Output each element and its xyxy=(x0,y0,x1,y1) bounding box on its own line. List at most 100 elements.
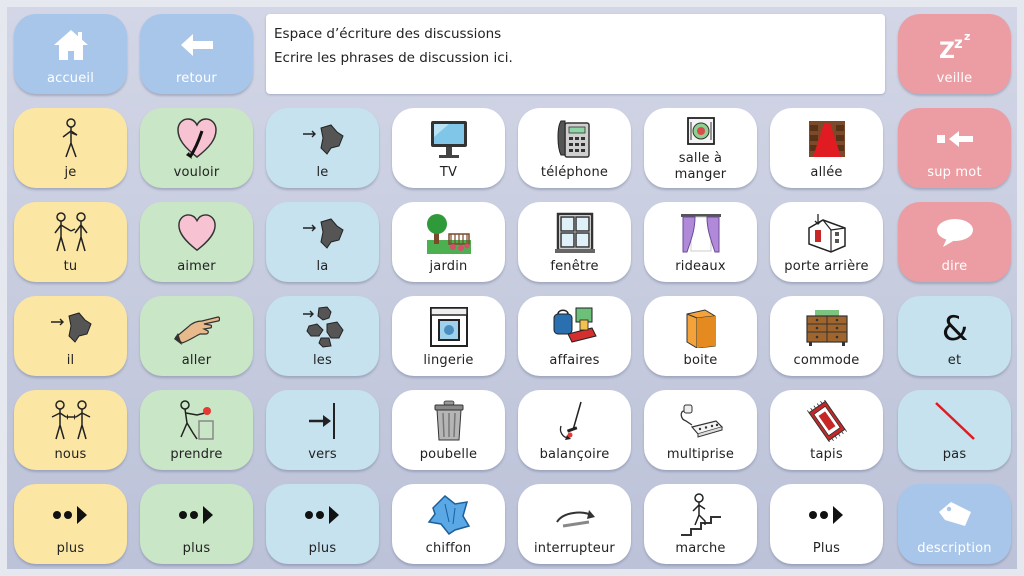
word-multiprise[interactable]: multiprise xyxy=(644,390,757,470)
word-lingerie[interactable]: lingerie xyxy=(392,296,505,376)
delete-word-arrow-icon xyxy=(898,116,1011,162)
word-vers[interactable]: vers xyxy=(266,390,379,470)
word-label: balançoire xyxy=(539,447,610,462)
more-button[interactable]: plus xyxy=(14,484,127,564)
heart-arrow-icon xyxy=(140,116,253,162)
garden-icon xyxy=(392,210,505,256)
word-label: commode xyxy=(793,353,860,368)
more-dots-arrow-icon xyxy=(266,492,379,538)
word-label: plus xyxy=(182,541,211,556)
heart-icon xyxy=(140,210,253,256)
word-label: tapis xyxy=(810,447,843,462)
stairs-step-icon xyxy=(644,492,757,538)
word-label: allée xyxy=(810,165,843,180)
word-label: il xyxy=(66,353,75,368)
word-la[interactable]: la xyxy=(266,202,379,282)
description-label: description xyxy=(917,541,992,556)
swing-icon xyxy=(518,398,631,444)
person-pointing-other-icon xyxy=(14,210,127,256)
word-label: fenêtre xyxy=(550,259,599,274)
word-label: je xyxy=(64,165,77,180)
person-pointing-self-icon xyxy=(14,116,127,162)
word-telephone[interactable]: téléphone xyxy=(518,108,631,188)
word-je[interactable]: je xyxy=(14,108,127,188)
back-button[interactable]: retour xyxy=(140,14,253,94)
window-icon xyxy=(518,210,631,256)
word-label: lingerie xyxy=(423,353,474,368)
word-porte-arriere[interactable]: porte arrière xyxy=(770,202,883,282)
word-salle-a-manger[interactable]: salle à manger xyxy=(644,108,757,188)
word-label: multiprise xyxy=(666,447,735,462)
article-rocks-plural-icon xyxy=(266,304,379,350)
sleep-label: veille xyxy=(936,71,973,86)
group-people-icon xyxy=(14,398,127,444)
speak-label: dire xyxy=(941,259,968,274)
curtains-icon xyxy=(644,210,757,256)
arrow-toward-line-icon xyxy=(266,398,379,444)
word-fenetre[interactable]: fenêtre xyxy=(518,202,631,282)
description-button[interactable]: description xyxy=(898,484,1011,564)
more-button[interactable]: plus xyxy=(266,484,379,564)
delete-word-button[interactable]: sup mot xyxy=(898,108,1011,188)
word-le[interactable]: le xyxy=(266,108,379,188)
rug-icon xyxy=(770,398,883,444)
word-label: téléphone xyxy=(540,165,609,180)
word-tu[interactable]: tu xyxy=(14,202,127,282)
editor-heading: Espace d’écriture des discussions xyxy=(274,26,502,42)
word-balancoire[interactable]: balançoire xyxy=(518,390,631,470)
cloth-icon xyxy=(392,492,505,538)
chest-of-drawers-icon xyxy=(770,304,883,350)
word-rideaux[interactable]: rideaux xyxy=(644,202,757,282)
home-icon xyxy=(14,22,127,68)
home-label: accueil xyxy=(46,71,95,86)
word-label: plus xyxy=(56,541,85,556)
word-nous[interactable]: nous xyxy=(14,390,127,470)
tv-icon xyxy=(392,116,505,162)
speak-button[interactable]: dire xyxy=(898,202,1011,282)
switch-toggle-icon xyxy=(518,492,631,538)
sleep-button[interactable]: Zzz veille xyxy=(898,14,1011,94)
sleep-zzz-icon: Zzz xyxy=(898,22,1011,68)
word-interrupteur[interactable]: interrupteur xyxy=(518,484,631,564)
word-aller[interactable]: aller xyxy=(140,296,253,376)
editor-text: Ecrire les phrases de discussion ici. xyxy=(274,50,513,66)
word-prendre[interactable]: prendre xyxy=(140,390,253,470)
svg-text:&: & xyxy=(941,309,968,346)
word-label: poubelle xyxy=(419,447,478,462)
word-vouloir[interactable]: vouloir xyxy=(140,108,253,188)
word-et[interactable]: & et xyxy=(898,296,1011,376)
word-label: aller xyxy=(181,353,212,368)
pronoun-rock-icon xyxy=(14,304,127,350)
more-button[interactable]: Plus xyxy=(770,484,883,564)
svg-text:Z: Z xyxy=(939,39,955,62)
word-jardin[interactable]: jardin xyxy=(392,202,505,282)
discussion-text-area[interactable]: Espace d’écriture des discussions Ecrire… xyxy=(266,14,885,94)
word-aimer[interactable]: aimer xyxy=(140,202,253,282)
more-button[interactable]: plus xyxy=(140,484,253,564)
word-label: chiffon xyxy=(425,541,472,556)
box-icon xyxy=(644,304,757,350)
word-label: rideaux xyxy=(675,259,726,274)
ampersand-icon: & xyxy=(898,304,1011,350)
word-les[interactable]: les xyxy=(266,296,379,376)
word-tapis[interactable]: tapis xyxy=(770,390,883,470)
word-pas[interactable]: pas xyxy=(898,390,1011,470)
home-button[interactable]: accueil xyxy=(14,14,127,94)
word-tv[interactable]: TV xyxy=(392,108,505,188)
word-label: jardin xyxy=(429,259,468,274)
word-allee[interactable]: allée xyxy=(770,108,883,188)
pointing-hand-icon xyxy=(140,304,253,350)
word-il[interactable]: il xyxy=(14,296,127,376)
word-boite[interactable]: boite xyxy=(644,296,757,376)
person-taking-icon xyxy=(140,398,253,444)
word-marche[interactable]: marche xyxy=(644,484,757,564)
aisle-red-carpet-icon xyxy=(770,116,883,162)
word-label: vouloir xyxy=(173,165,220,180)
word-poubelle[interactable]: poubelle xyxy=(392,390,505,470)
word-label: TV xyxy=(439,165,458,180)
word-label: boite xyxy=(683,353,718,368)
word-commode[interactable]: commode xyxy=(770,296,883,376)
article-rock-icon xyxy=(266,116,379,162)
word-affaires[interactable]: affaires xyxy=(518,296,631,376)
word-chiffon[interactable]: chiffon xyxy=(392,484,505,564)
